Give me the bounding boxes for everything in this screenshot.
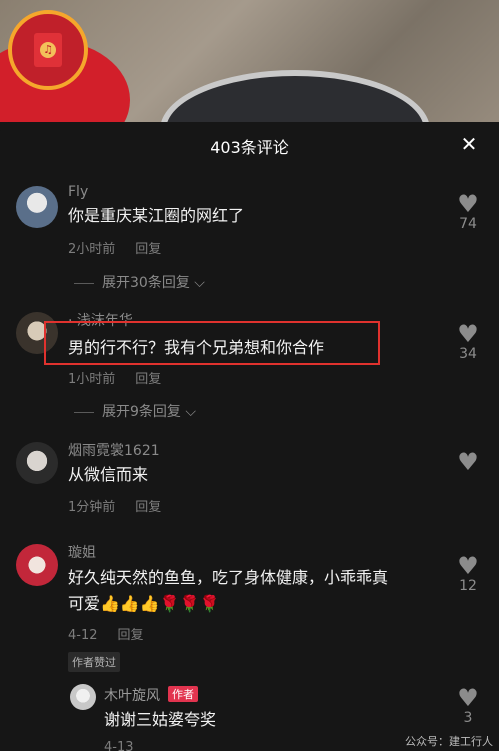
comment-time: 1分钟前 [68, 500, 116, 515]
heart-icon: ♥ [457, 448, 479, 476]
like-button[interactable]: ♥ 74 [453, 192, 483, 232]
comment-meta: 1小时前 回复 [68, 368, 161, 387]
chevron-down-icon: ⌵ [194, 275, 205, 291]
video-basin [160, 70, 430, 122]
avatar[interactable] [16, 544, 58, 586]
like-button[interactable]: ♥ 3 [453, 686, 483, 726]
close-icon[interactable]: ✕ [457, 132, 481, 156]
comment-text: 从微信而来 [68, 465, 149, 484]
heart-icon: ♥ [457, 320, 479, 348]
comment-time: 4-12 [68, 628, 98, 643]
reply-button[interactable]: 回复 [135, 500, 161, 515]
chevron-down-icon: ⌵ [185, 404, 196, 420]
comment-text-line2: 可爱👍👍👍🌹🌹🌹 [68, 594, 220, 613]
commenter-name[interactable]: 烟雨霓裳1621 [68, 440, 160, 460]
heart-icon: ♥ [457, 684, 479, 712]
reply-button[interactable]: 回复 [135, 242, 161, 257]
music-note-icon: ♫ [40, 42, 56, 58]
highlight-box [44, 321, 380, 365]
like-count: 74 [459, 216, 477, 232]
expand-replies-button[interactable]: 展开30条回复 ⌵ [74, 272, 205, 292]
author-liked-badge: 作者赞过 [68, 652, 120, 672]
comment-meta: 2小时前 回复 [68, 238, 161, 257]
video-preview: ♫ [0, 0, 499, 122]
reply-time: 4-13 [104, 740, 134, 751]
red-envelope-icon: ♫ [34, 33, 62, 67]
commenter-name[interactable]: Fly [68, 184, 88, 200]
comment-meta: 4-12 回复 [68, 624, 144, 643]
expand-replies-button[interactable]: 展开9条回复 ⌵ [74, 401, 196, 421]
heart-icon: ♥ [457, 552, 479, 580]
like-button[interactable]: ♥ 12 [453, 554, 483, 594]
like-count: 12 [459, 578, 477, 594]
comment-time: 2小时前 [68, 242, 116, 257]
like-button[interactable]: ♥ [453, 450, 483, 474]
avatar[interactable] [16, 442, 58, 484]
author-tag: 作者 [168, 686, 198, 702]
comment-text-line1: 好久纯天然的鱼鱼，吃了身体健康，小乖乖真 [68, 568, 389, 587]
watermark: 公众号：建工行人 [405, 735, 493, 748]
heart-icon: ♥ [457, 190, 479, 218]
music-disc-button[interactable]: ♫ [8, 10, 88, 90]
reply-button[interactable]: 回复 [135, 372, 161, 387]
reply-text: 谢谢三姑婆夸奖 [104, 710, 217, 729]
comment-text: 你是重庆某江圈的网红了 [68, 206, 245, 225]
like-button[interactable]: ♥ 34 [453, 322, 483, 362]
like-count: 3 [463, 710, 473, 726]
avatar[interactable] [16, 186, 58, 228]
comment-meta: 1分钟前 回复 [68, 496, 161, 515]
avatar[interactable] [70, 684, 96, 710]
panel-title: 403条评论 [210, 138, 289, 157]
reply-author-name[interactable]: 木叶旋风 作者 [104, 685, 198, 705]
comment-time: 1小时前 [68, 372, 116, 387]
like-count: 34 [459, 346, 477, 362]
commenter-name[interactable]: 璇姐 [68, 542, 96, 562]
reply-button[interactable]: 回复 [118, 628, 144, 643]
